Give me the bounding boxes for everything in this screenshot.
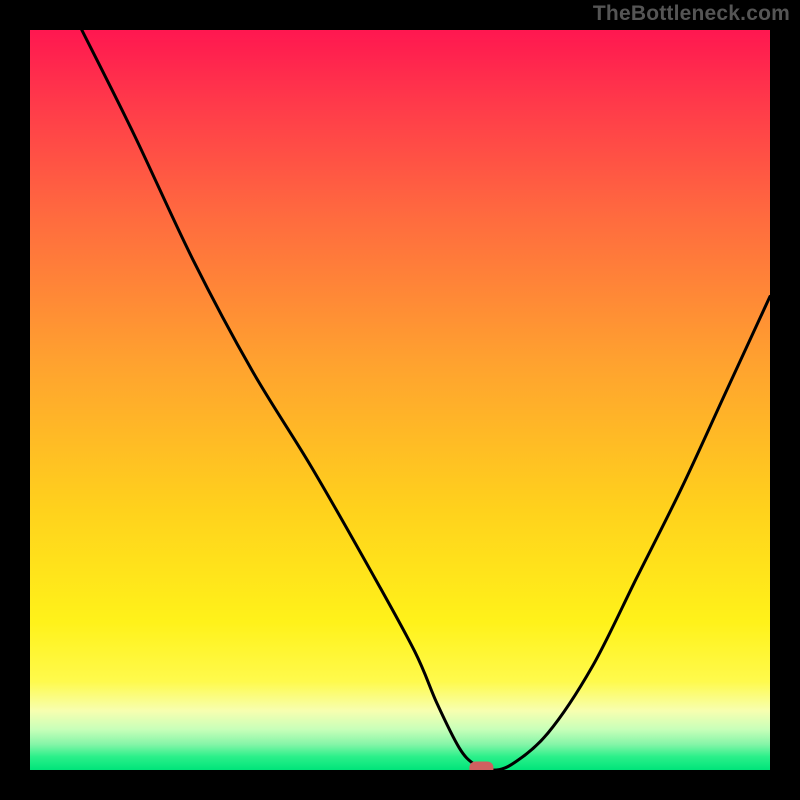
watermark-text: TheBottleneck.com: [593, 2, 790, 26]
chart-frame: TheBottleneck.com: [0, 0, 800, 800]
plot-area: [30, 30, 770, 770]
optimum-marker: [469, 762, 493, 770]
bottleneck-curve: [30, 30, 770, 770]
curve-path: [82, 30, 770, 770]
